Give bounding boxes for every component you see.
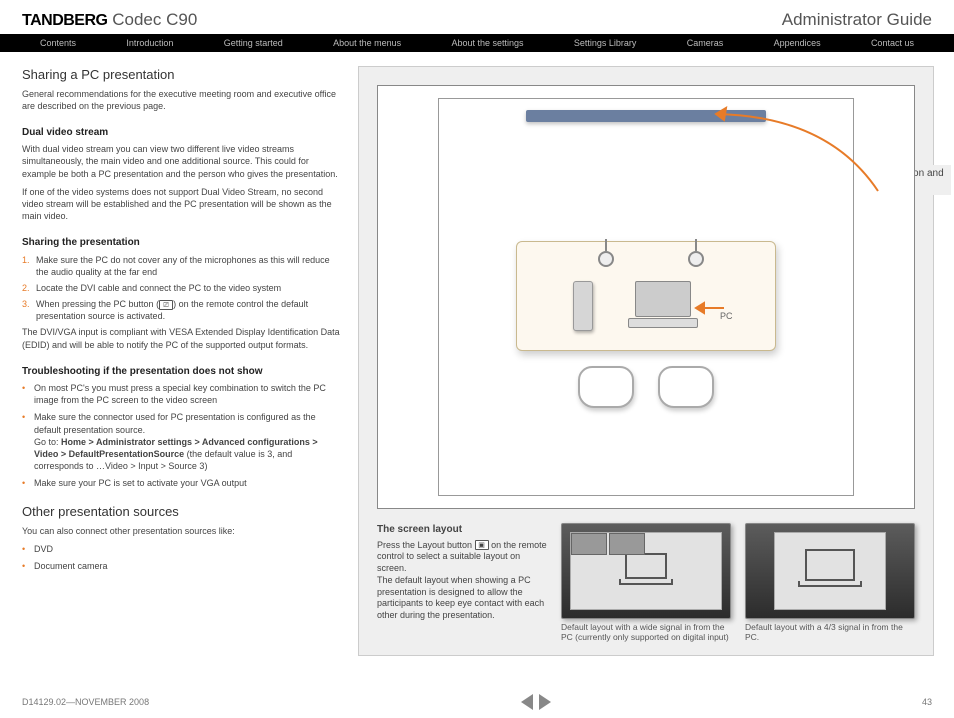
troubleshooting-heading: Troubleshooting if the presentation does…	[22, 365, 340, 379]
43-caption: Default layout with a 4/3 signal in from…	[745, 622, 915, 643]
chair-icon	[578, 366, 634, 408]
trouble-item-2: Make sure the connector used for PC pres…	[22, 411, 340, 472]
nav-contents[interactable]: Contents	[40, 38, 76, 48]
nav-getting-started[interactable]: Getting started	[224, 38, 283, 48]
doc-number: D14129.02—NOVEMBER 2008	[22, 697, 149, 707]
nav-introduction[interactable]: Introduction	[126, 38, 173, 48]
sharing-steps: 1.Make sure the PC do not cover any of t…	[22, 254, 340, 323]
pc-button-icon: ⎚	[159, 300, 173, 310]
sharing-heading: Sharing the presentation	[22, 236, 340, 250]
layout-thumb-wide: Default layout with a wide signal in fro…	[561, 523, 731, 643]
microphone-icon	[598, 251, 614, 267]
footer: D14129.02—NOVEMBER 2008 43	[22, 694, 932, 710]
mic-wire-icon	[605, 239, 607, 251]
intro-text: General recommendations for the executiv…	[22, 88, 340, 112]
layout-text: The screen layout Press the Layout butto…	[377, 523, 547, 643]
layout-button-icon: ▣	[475, 540, 489, 550]
wide-layout-preview	[561, 523, 731, 619]
layout-heading: The screen layout	[377, 523, 547, 536]
trouble-item-1: On most PC's you must press a special ke…	[22, 382, 340, 406]
participant-tile-icon	[609, 533, 645, 555]
prev-page-button[interactable]	[521, 694, 533, 710]
nav-about-menus[interactable]: About the menus	[333, 38, 401, 48]
other-sources-list: DVD Document camera	[22, 543, 340, 572]
navbar: Contents Introduction Getting started Ab…	[0, 34, 954, 52]
nav-contact-us[interactable]: Contact us	[871, 38, 914, 48]
right-column: Shows the PC presentation and the partic…	[358, 66, 934, 656]
laptop-icon	[628, 281, 698, 331]
participant-tile-icon	[571, 533, 607, 555]
43-layout-preview	[745, 523, 915, 619]
dual-video-heading: Dual video stream	[22, 126, 340, 140]
step-3: 3. When pressing the PC button (⎚) on th…	[22, 298, 340, 322]
laptop-icon	[798, 549, 862, 593]
next-page-button[interactable]	[539, 694, 551, 710]
edid-note: The DVI/VGA input is compliant with VESA…	[22, 326, 340, 350]
step-1: 1.Make sure the PC do not cover any of t…	[22, 254, 340, 278]
page-number: 43	[922, 697, 932, 707]
section-title: Sharing a PC presentation	[22, 66, 340, 84]
other-sources-heading: Other presentation sources	[22, 503, 340, 521]
left-column: Sharing a PC presentation General recomm…	[22, 66, 340, 656]
nav-settings-library[interactable]: Settings Library	[574, 38, 637, 48]
nav-about-settings[interactable]: About the settings	[451, 38, 523, 48]
room-diagram: PC	[377, 85, 915, 509]
pc-label: PC	[720, 311, 733, 321]
chair-icon	[658, 366, 714, 408]
step-2: 2.Locate the DVI cable and connect the P…	[22, 282, 340, 294]
mic-wire-icon	[695, 239, 697, 251]
brand-bold: TANDBERG	[22, 12, 107, 29]
brand-model: Codec C90	[112, 10, 197, 29]
pager	[521, 694, 551, 710]
layout-p1: Press the Layout button ▣ on the remote …	[377, 540, 547, 575]
source-document-camera: Document camera	[22, 560, 340, 572]
arrow-to-camera-icon	[708, 106, 888, 206]
remote-control-icon	[573, 281, 593, 331]
nav-cameras[interactable]: Cameras	[687, 38, 724, 48]
brand: TANDBERG Codec C90	[22, 10, 197, 30]
dual-video-p2: If one of the video systems does not sup…	[22, 186, 340, 222]
doc-title: Administrator Guide	[782, 10, 932, 30]
source-dvd: DVD	[22, 543, 340, 555]
layout-p2: The default layout when showing a PC pre…	[377, 575, 547, 622]
troubleshooting-list: On most PC's you must press a special ke…	[22, 382, 340, 489]
layout-thumb-43: Default layout with a 4/3 signal in from…	[745, 523, 915, 643]
trouble-item-3: Make sure your PC is set to activate you…	[22, 477, 340, 489]
wide-caption: Default layout with a wide signal in fro…	[561, 622, 731, 643]
microphone-icon	[688, 251, 704, 267]
layout-row: The screen layout Press the Layout butto…	[377, 523, 915, 643]
dual-video-p1: With dual video stream you can view two …	[22, 143, 340, 179]
other-sources-text: You can also connect other presentation …	[22, 525, 340, 537]
nav-appendices[interactable]: Appendices	[774, 38, 821, 48]
laptop-icon	[619, 553, 673, 589]
